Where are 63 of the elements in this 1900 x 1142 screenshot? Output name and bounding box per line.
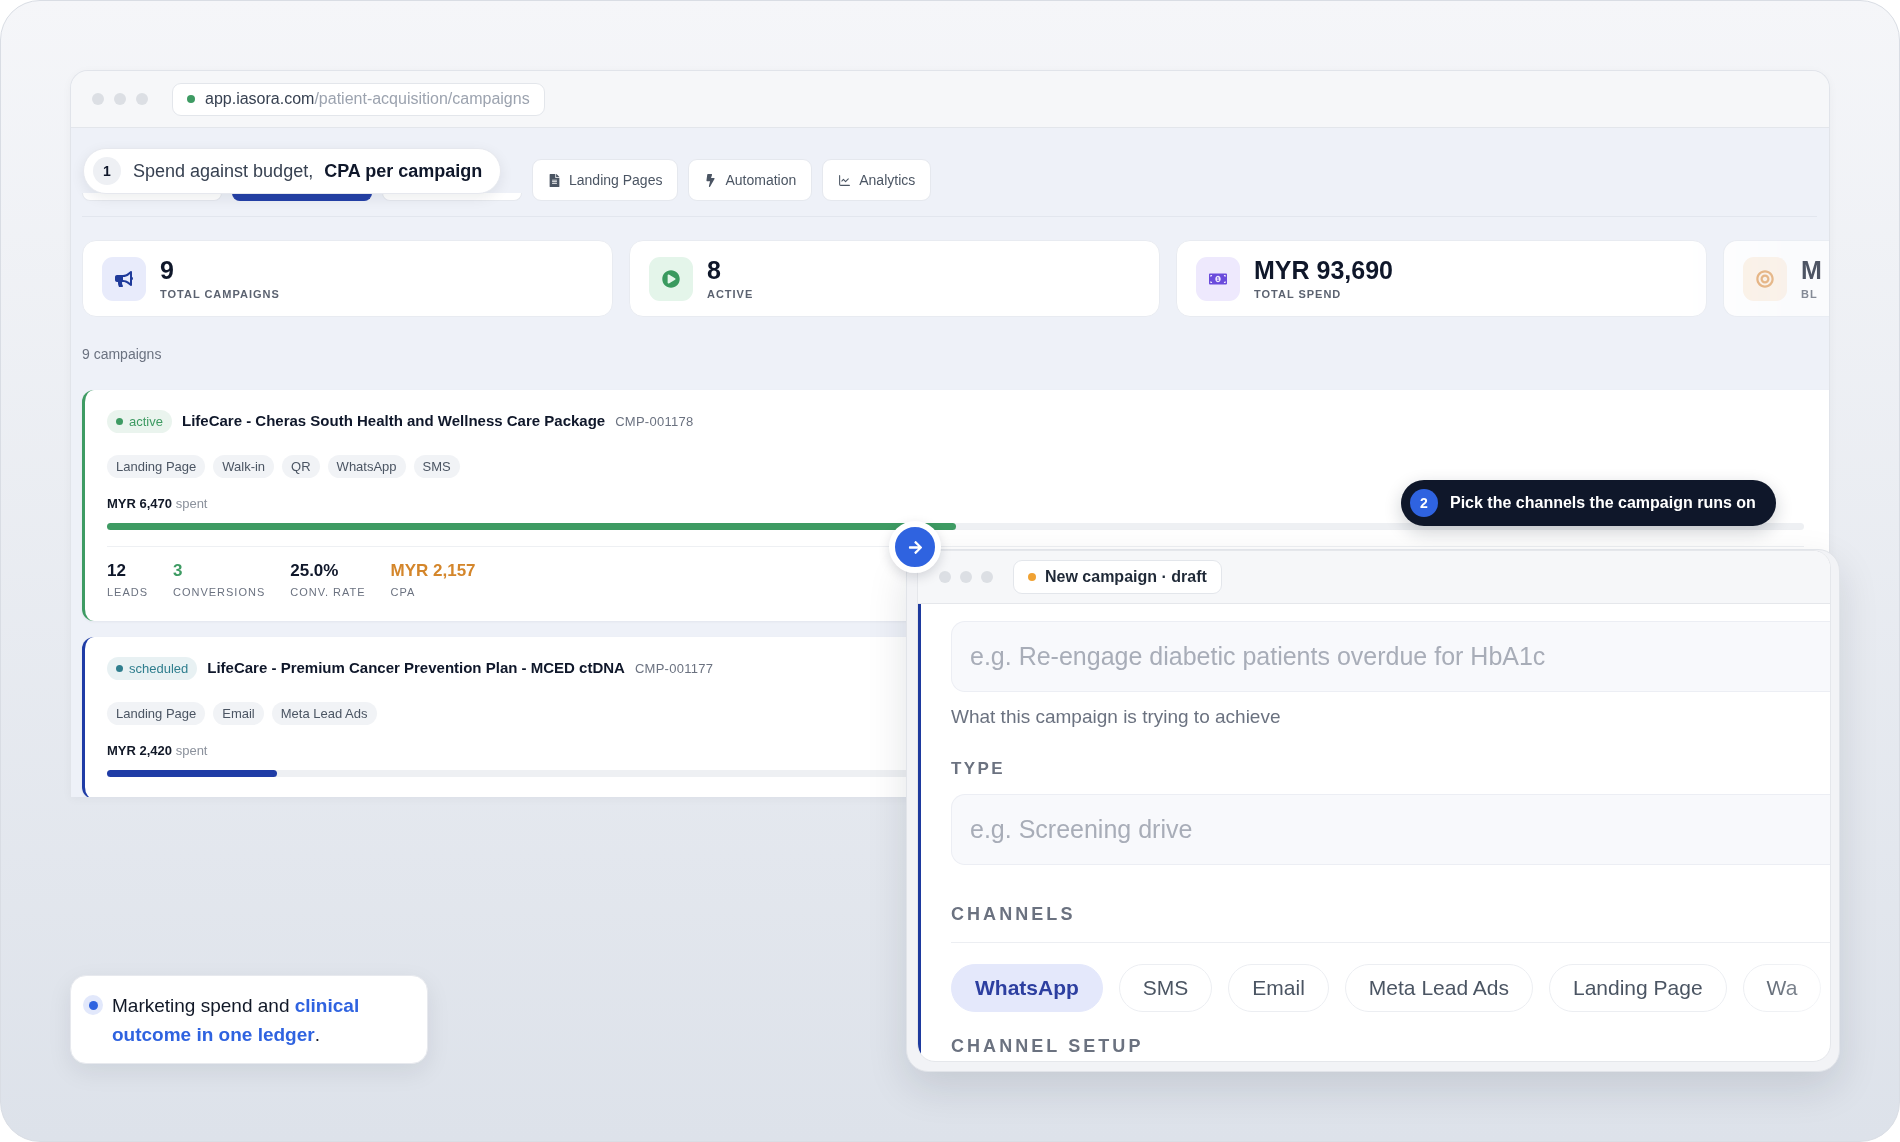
megaphone-icon	[102, 256, 146, 301]
stat-label: TOTAL SPEND	[1254, 286, 1342, 301]
target-icon	[1743, 256, 1787, 301]
channel-chip[interactable]: Landing Page	[1548, 964, 1727, 1012]
step-number: 1	[93, 157, 121, 185]
stat-value: 9	[160, 256, 174, 283]
channel-tag: Meta Lead Ads	[271, 702, 377, 725]
metric-value: MYR 2,157	[390, 561, 476, 581]
line-chart-icon	[838, 173, 852, 187]
stat-label: TOTAL CAMPAIGNS	[160, 286, 280, 301]
stat-value: M	[1801, 256, 1822, 283]
document-icon	[548, 173, 561, 187]
metric-label: CPA	[390, 585, 416, 599]
channel-chip[interactable]: Email	[1228, 964, 1329, 1012]
section-label: CHANNELS	[951, 904, 1076, 924]
section-label: CHANNEL SETUP	[951, 1036, 1144, 1056]
channel-chip[interactable]: WhatsApp	[951, 964, 1103, 1012]
callout-text: Pick the channels the campaign runs on	[1450, 493, 1756, 513]
spent-text: MYR 2,420 spent	[107, 743, 208, 759]
metric-value: 3	[173, 561, 183, 581]
banknote-icon	[1196, 256, 1240, 301]
campaign-count: 9 campaigns	[82, 345, 162, 364]
metric-label: LEADS	[107, 585, 149, 599]
goal-input[interactable]: e.g. Re-engage diabetic patients overdue for HbA1c	[951, 621, 1830, 692]
campaign-title: LifeCare - Premium Cancer Prevention Plan - MCED ctDNA	[207, 658, 625, 679]
draft-tab[interactable]: New campaign · draft	[1013, 560, 1222, 594]
status-label: active	[129, 412, 163, 431]
address-bar[interactable]: app.iasora.com/patient-acquisition/campaigns	[172, 82, 545, 116]
tab[interactable]: Landing Pages	[532, 159, 679, 201]
field-hint: What this campaign is trying to achieve	[951, 705, 1281, 729]
metric-label: CONVERSIONS	[173, 585, 266, 599]
type-input[interactable]: e.g. Screening drive	[951, 794, 1830, 865]
stat-value: 8	[707, 256, 721, 283]
metric-value: 12	[107, 561, 126, 581]
tab[interactable]: Automation	[688, 159, 813, 201]
note-text: Marketing spend and clinical outcome in one ledger.	[112, 994, 361, 1047]
channel-tag: Landing Page	[107, 702, 206, 725]
stat-value: MYR 93,690	[1254, 256, 1393, 283]
metric-label: CONV. RATE	[290, 585, 366, 599]
play-icon	[649, 256, 693, 301]
tab[interactable]: Analytics	[822, 159, 932, 201]
channel-tag: WhatsApp	[327, 455, 406, 478]
channel-chip[interactable]: Meta Lead Ads	[1344, 964, 1533, 1012]
section-label: TYPE	[951, 759, 1005, 779]
step-number: 2	[1410, 489, 1438, 517]
campaign-code: CMP-001177	[634, 659, 714, 678]
channel-chip[interactable]: SMS	[1118, 964, 1213, 1012]
spent-text: MYR 6,470 spent	[107, 496, 208, 512]
stat-label: BL	[1801, 286, 1818, 301]
metric-value: 25.0%	[290, 561, 339, 581]
channel-tag: SMS	[413, 455, 460, 478]
channel-chip[interactable]: Wa	[1742, 964, 1822, 1012]
channel-tag: QR	[282, 455, 320, 478]
campaign-title: LifeCare - Cheras South Health and Wellness Care Package	[181, 411, 606, 432]
draft-title: New campaign · draft	[1045, 567, 1207, 587]
stat-label: ACTIVE	[707, 286, 754, 301]
channel-tag: Walk-in	[213, 455, 275, 478]
status-label: scheduled	[129, 659, 189, 678]
callout-text: Spend against budget, CPA per campaign	[133, 159, 483, 183]
url-text: app.iasora.com/patient-acquisition/campaigns	[205, 89, 530, 109]
channel-tag: Email	[213, 702, 264, 725]
channel-tag: Landing Page	[107, 455, 206, 478]
campaign-code: CMP-001178	[615, 412, 694, 431]
